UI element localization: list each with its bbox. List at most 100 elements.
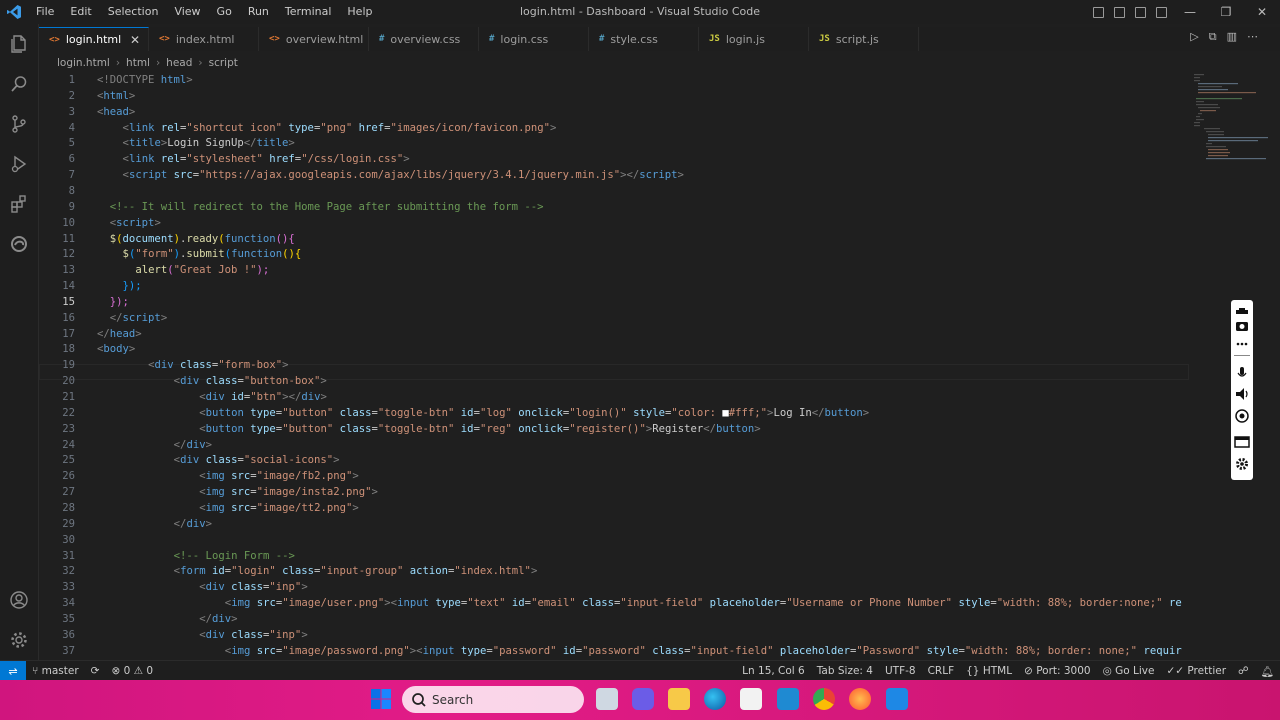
code-token: href — [269, 153, 295, 166]
code-token: type — [288, 121, 314, 134]
tab[interactable]: JS login.js — [699, 27, 809, 51]
encoding[interactable]: UTF-8 — [885, 665, 916, 677]
minimap[interactable] — [1192, 72, 1270, 162]
teams-chat-icon[interactable] — [632, 688, 654, 710]
activity-bar — [0, 24, 39, 660]
code-line: 23 <button type="button" class="toggle-bt… — [39, 421, 760, 437]
minimize-button[interactable]: — — [1172, 5, 1208, 19]
code-token: function — [231, 248, 283, 261]
code-token: </ — [109, 311, 123, 324]
code-line: 24 </div> — [39, 437, 212, 453]
tab[interactable]: # overview.css — [369, 27, 479, 51]
tab[interactable]: # login.css — [479, 27, 589, 51]
code-token: submit — [186, 248, 225, 261]
remote-indicator-icon[interactable]: ⇌ — [0, 661, 26, 681]
code-text: <img src="image/tt2.png"> — [97, 502, 359, 514]
file-explorer-icon[interactable] — [668, 688, 690, 710]
feedback-icon[interactable]: ☍ — [1238, 665, 1249, 677]
task-view-icon[interactable] — [596, 688, 618, 710]
source-control-icon[interactable] — [0, 104, 38, 144]
tab[interactable]: JS script.js — [809, 27, 919, 51]
run-icon[interactable]: ▷ — [1190, 30, 1198, 44]
end-of-line[interactable]: CRLF — [928, 665, 955, 677]
code-text: <form id="login" class="input-group" act… — [97, 565, 538, 577]
toggle-secondary-sidebar-icon[interactable] — [1135, 6, 1146, 18]
code-line: 16 </script> — [39, 310, 167, 326]
accounts-icon[interactable] — [0, 580, 38, 620]
port-indicator[interactable]: ⊘ Port: 3000 — [1024, 665, 1091, 677]
menu-item[interactable]: Terminal — [277, 0, 340, 24]
file-type-icon: <> — [269, 34, 280, 44]
code-text: <div id="btn"></div> — [97, 391, 327, 403]
code-text: }); — [97, 280, 142, 292]
code-token: alert — [135, 264, 168, 277]
tab[interactable]: <> index.html — [149, 27, 259, 51]
chrome-icon[interactable] — [813, 688, 835, 710]
code-line: 36 <div class="inp"> — [39, 627, 307, 643]
go-live-button[interactable]: ◎ Go Live — [1103, 665, 1155, 677]
line-number: 25 — [62, 454, 75, 467]
split-editor-icon[interactable]: ▥ — [1227, 30, 1237, 44]
code-token: head — [109, 327, 136, 340]
code-token: "register()" — [569, 422, 646, 435]
problems-indicator[interactable]: ⊗ 0 ⚠ 0 — [111, 665, 153, 677]
code-token: title — [128, 137, 161, 150]
tab[interactable]: # style.css — [589, 27, 699, 51]
code-text: <img src="image/insta2.png"> — [97, 486, 378, 498]
code-token: "log" — [479, 406, 519, 419]
breadcrumb-item[interactable]: html — [126, 57, 150, 69]
vscode-taskbar-icon[interactable] — [777, 688, 799, 710]
code-token: > — [205, 438, 212, 451]
taskbar-search-box[interactable]: Search — [402, 686, 584, 713]
breadcrumb-item[interactable]: script — [209, 57, 238, 69]
toggle-primary-sidebar-icon[interactable] — [1093, 6, 1104, 18]
menu-item[interactable]: Help — [339, 0, 380, 24]
menu-item[interactable]: Selection — [100, 0, 167, 24]
firefox-icon[interactable] — [849, 688, 871, 710]
search-icon[interactable] — [0, 64, 38, 104]
menu-item[interactable]: View — [166, 0, 208, 24]
menu-item[interactable]: File — [28, 0, 62, 24]
code-text: <html> — [97, 90, 135, 102]
cursor-position[interactable]: Ln 15, Col 6 — [742, 665, 805, 677]
explorer-icon[interactable] — [0, 24, 38, 64]
port-label: Port: 3000 — [1036, 665, 1091, 677]
code-token: type — [435, 597, 461, 610]
code-token: "reg" — [479, 422, 519, 435]
code-token: (){ — [282, 248, 302, 261]
menu-item[interactable]: Go — [209, 0, 240, 24]
branch-indicator[interactable]: ⑂ master — [32, 665, 79, 677]
close-tab-icon[interactable]: ✕ — [130, 33, 140, 47]
run-debug-icon[interactable] — [0, 144, 38, 184]
tab[interactable]: <> overview.html — [259, 27, 369, 51]
breadcrumb-item[interactable]: login.html — [57, 57, 110, 69]
code-editor[interactable]: 1 <!DOCTYPE html> 2 <html> 3 <head> 4 <link rel… — [39, 72, 1189, 656]
manage-gear-icon[interactable] — [0, 620, 38, 660]
code-token: </ — [243, 137, 257, 150]
maximize-button[interactable]: ❐ — [1208, 5, 1244, 19]
toggle-panel-icon[interactable] — [1114, 6, 1125, 18]
code-text: <div class="social-icons"> — [97, 454, 340, 466]
breadcrumb-item[interactable]: head — [166, 57, 192, 69]
menu-item[interactable]: Edit — [62, 0, 99, 24]
tab[interactable]: <> login.html ✕ — [39, 27, 149, 51]
notifications-bell-icon[interactable]: 🔔︎ — [1261, 665, 1274, 678]
more-actions-icon[interactable]: ⋯ — [1247, 30, 1258, 44]
edge-devtools-icon[interactable] — [0, 224, 38, 264]
code-token: style — [633, 406, 665, 419]
tab-label: script.js — [835, 32, 879, 46]
prettier-indicator[interactable]: ✓✓ Prettier — [1166, 665, 1226, 677]
tab-size[interactable]: Tab Size: 4 — [817, 665, 873, 677]
sync-icon[interactable]: ⟳ — [91, 665, 100, 677]
windows-start-icon[interactable] — [371, 689, 391, 709]
extensions-icon[interactable] — [0, 184, 38, 224]
close-window-button[interactable]: ✕ — [1244, 5, 1280, 19]
customize-layout-icon[interactable] — [1156, 6, 1167, 18]
code-token: head — [103, 105, 129, 118]
open-changes-icon[interactable]: ⧉ — [1209, 30, 1217, 44]
edge-browser-icon[interactable] — [704, 688, 726, 710]
language-mode[interactable]: {} HTML — [966, 665, 1012, 677]
pinned-app-icon[interactable] — [886, 688, 908, 710]
microsoft-store-icon[interactable] — [740, 688, 762, 710]
menu-item[interactable]: Run — [240, 0, 277, 24]
